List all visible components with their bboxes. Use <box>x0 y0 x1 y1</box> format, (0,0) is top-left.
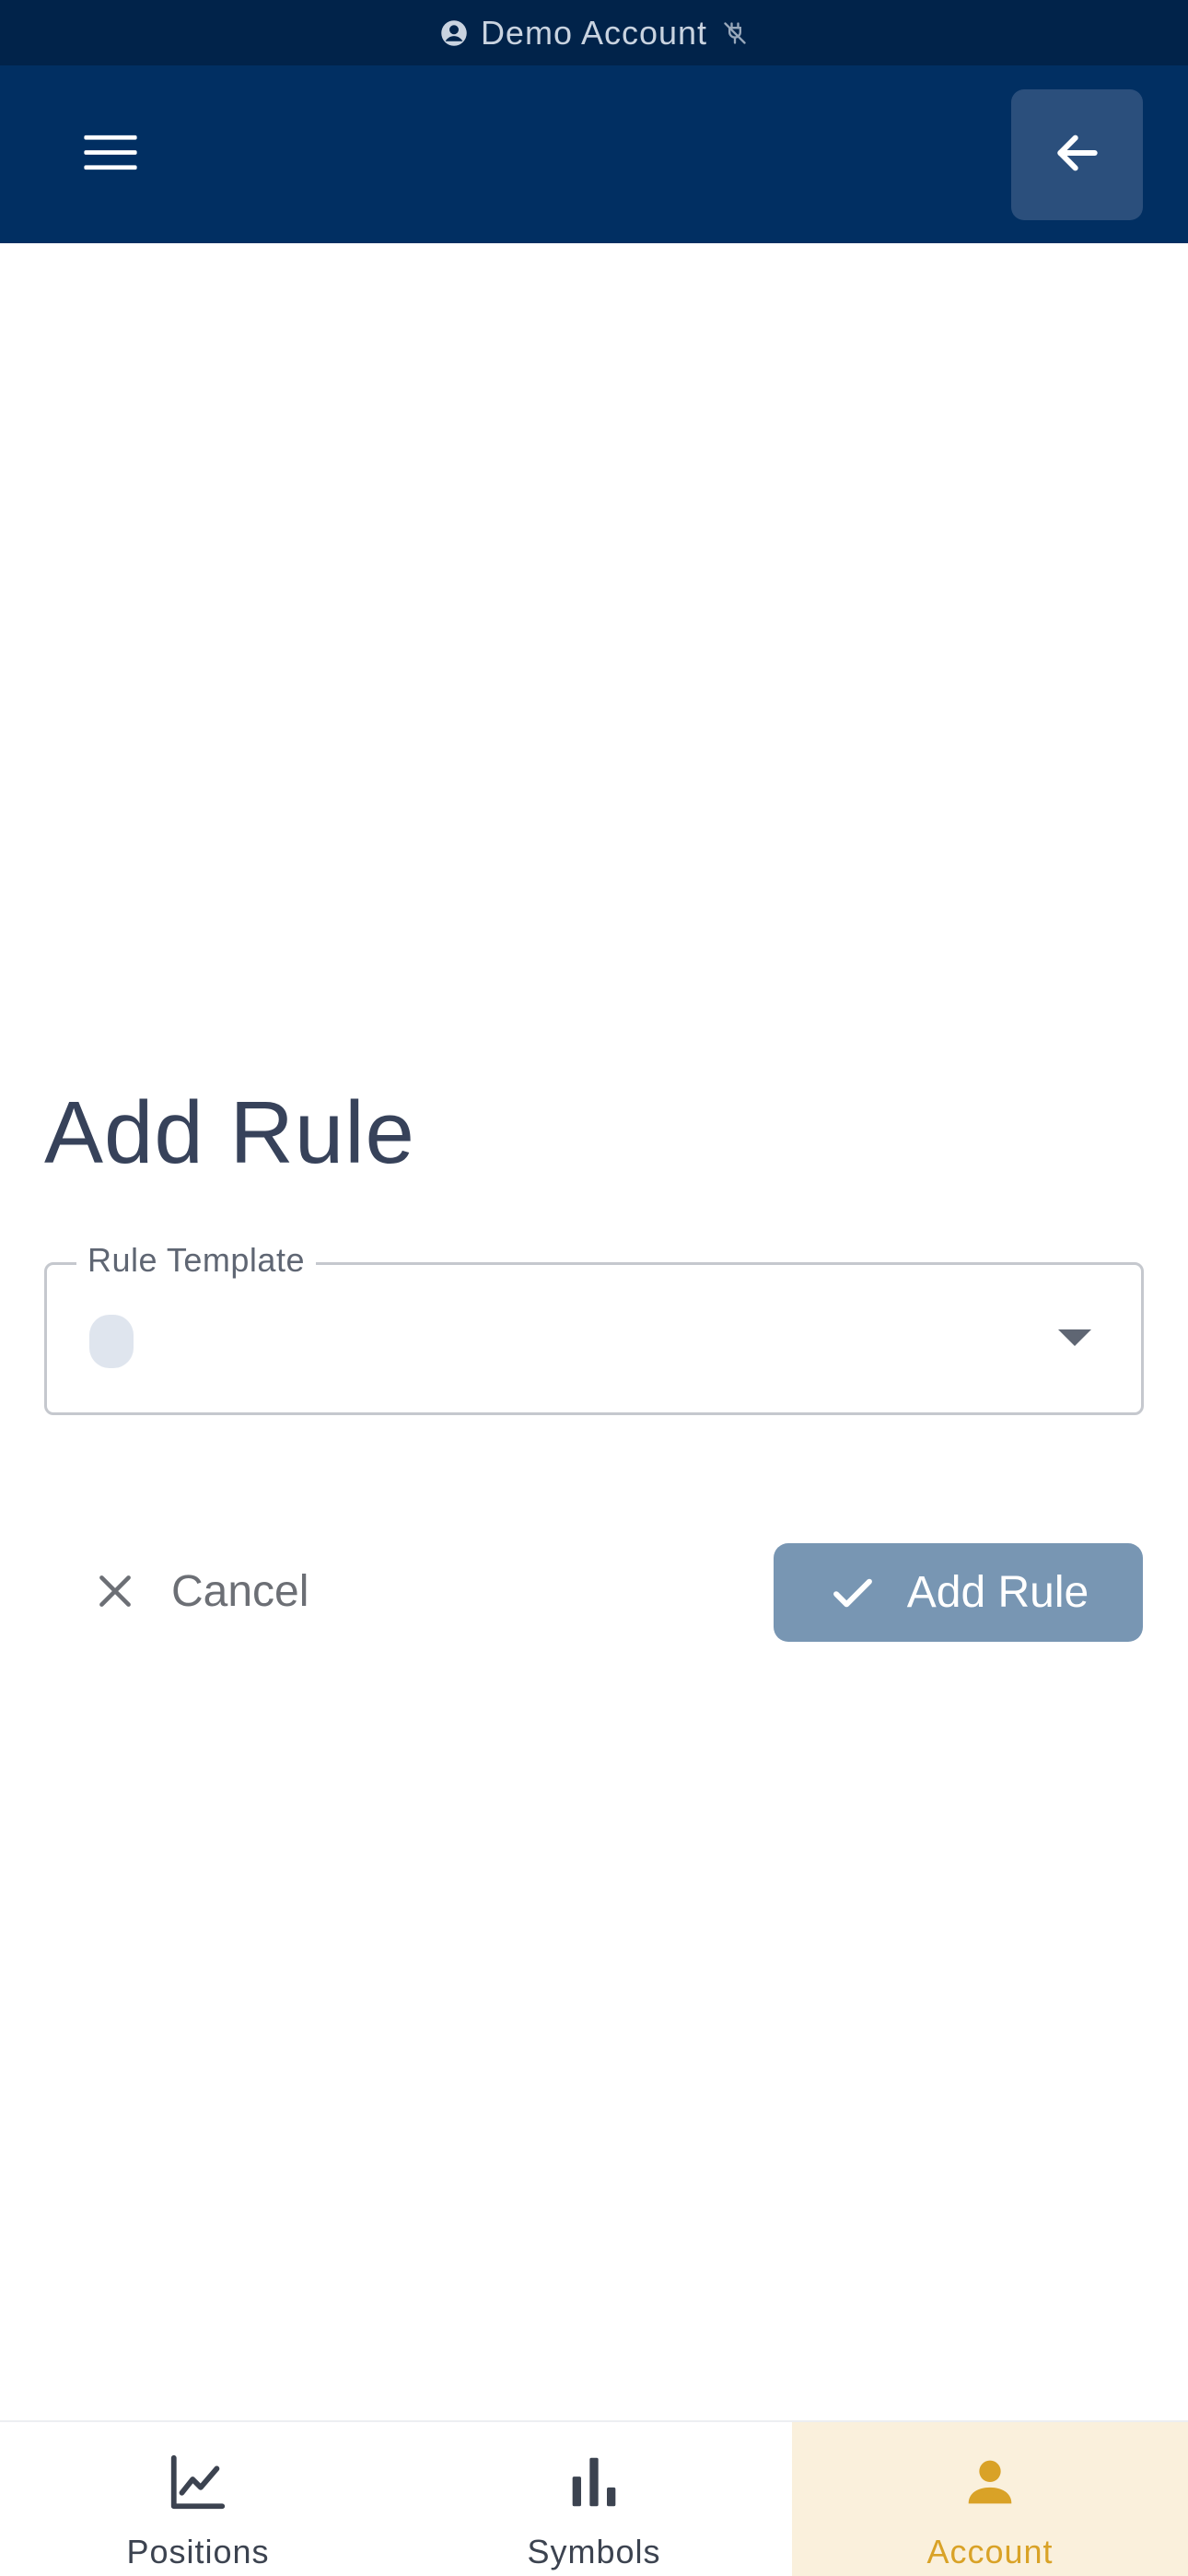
app-header <box>0 65 1188 243</box>
add-rule-label: Add Rule <box>906 1568 1089 1617</box>
account-circle-icon <box>440 19 468 47</box>
add-rule-button[interactable]: Add Rule <box>774 1543 1143 1642</box>
bottom-navigation: Positions Symbols Account <box>0 2420 1188 2576</box>
rule-template-label: Rule Template <box>76 1241 316 1280</box>
nav-label-symbols: Symbols <box>527 2533 661 2570</box>
close-icon <box>92 1568 138 1614</box>
account-label: Demo Account <box>480 13 708 52</box>
cancel-button[interactable]: Cancel <box>64 1540 368 1642</box>
nav-item-symbols[interactable]: Symbols <box>396 2422 792 2576</box>
nav-label-positions: Positions <box>126 2533 270 2570</box>
select-loading-placeholder <box>89 1315 134 1368</box>
page-title: Add Rule <box>44 1083 415 1182</box>
plug-off-icon <box>722 20 748 46</box>
menu-button[interactable] <box>64 112 157 197</box>
add-rule-screen: Demo Account Add Rule Rule Template Canc… <box>0 0 1188 2576</box>
person-icon <box>958 2450 1022 2514</box>
chevron-down-icon <box>1058 1329 1091 1346</box>
nav-item-positions[interactable]: Positions <box>0 2422 396 2576</box>
cancel-label: Cancel <box>171 1566 309 1616</box>
arrow-left-icon <box>1052 127 1103 183</box>
line-chart-icon <box>166 2450 230 2514</box>
nav-label-account: Account <box>926 2533 1054 2570</box>
check-icon <box>828 1568 878 1618</box>
back-button[interactable] <box>1011 89 1143 220</box>
nav-item-account[interactable]: Account <box>792 2422 1188 2576</box>
account-status-bar: Demo Account <box>0 0 1188 65</box>
bar-chart-icon <box>562 2450 626 2514</box>
hamburger-menu-icon <box>84 134 137 177</box>
rule-template-select[interactable]: Rule Template <box>44 1241 1144 1415</box>
